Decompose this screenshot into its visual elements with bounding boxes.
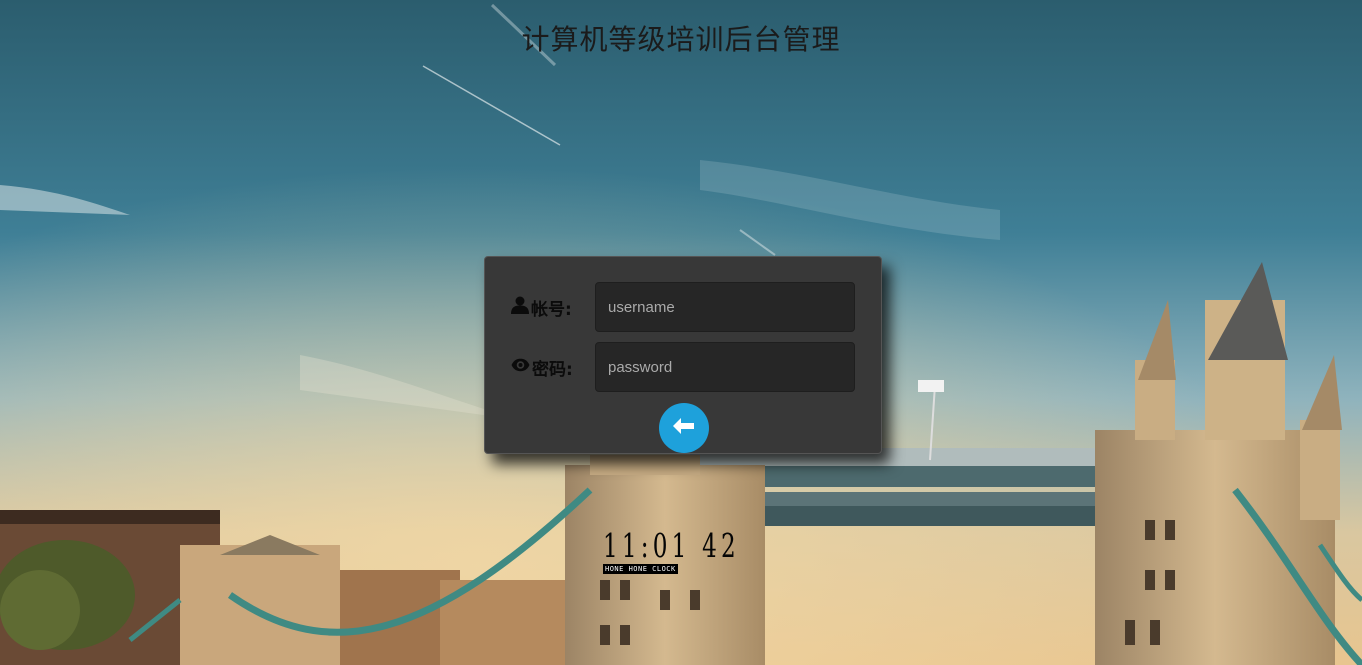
clock-caption: HONE HONE CLOCK xyxy=(603,564,678,574)
page-title: 计算机等级培训后台管理 xyxy=(521,23,841,56)
username-label: 帐号: xyxy=(531,299,572,320)
login-panel: 帐号: 密码: xyxy=(484,256,882,454)
password-label: 密码: xyxy=(532,359,573,380)
username-input[interactable] xyxy=(595,282,855,332)
arrow-left-icon xyxy=(673,418,695,438)
password-input[interactable] xyxy=(595,342,855,392)
clock-widget: 11:01 42 HONE HONE CLOCK xyxy=(603,528,753,576)
password-label-group: 密码: xyxy=(511,355,595,380)
eye-icon xyxy=(511,357,532,377)
username-row: 帐号: xyxy=(511,282,855,332)
login-submit-button[interactable] xyxy=(659,403,709,453)
username-label-group: 帐号: xyxy=(511,295,595,320)
password-row: 密码: xyxy=(511,342,855,392)
clock-time: 11:01 42 xyxy=(603,526,740,565)
user-icon xyxy=(511,296,531,319)
